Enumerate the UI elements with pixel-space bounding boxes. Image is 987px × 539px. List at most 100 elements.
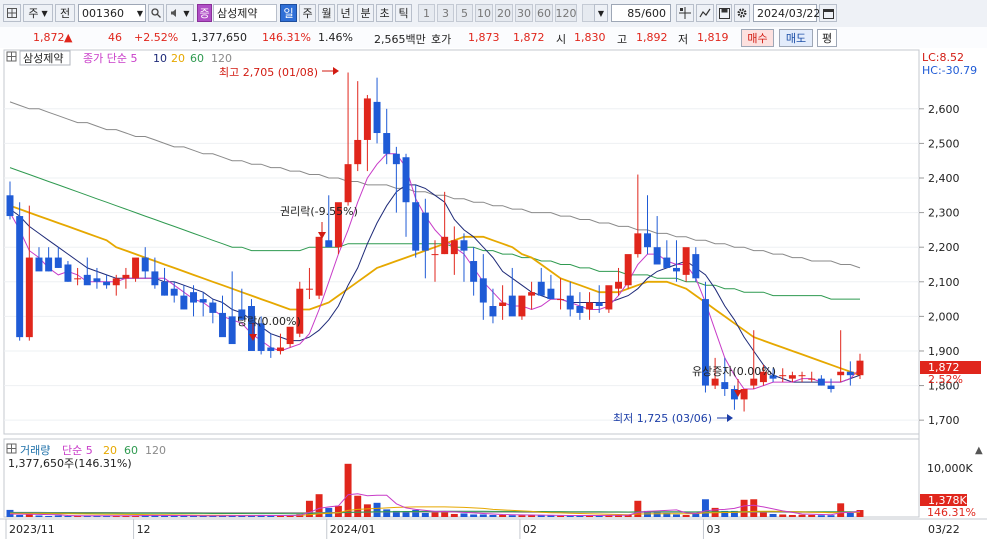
stock-badge: 증	[197, 4, 212, 22]
count-value: 85/600	[627, 6, 666, 20]
candle-body	[190, 292, 197, 303]
interval-button-30[interactable]: 30	[515, 4, 533, 22]
candle-body	[267, 347, 275, 351]
volume-bar	[856, 510, 864, 517]
speaker-dropdown[interactable]: ▼	[166, 4, 194, 22]
volume-bar	[383, 509, 391, 517]
volume-pct-text: 146.31%	[927, 506, 976, 519]
volume-bar	[64, 515, 72, 517]
evaluation-label: 평	[821, 32, 833, 45]
volume-axis-label: 10,000K	[927, 462, 973, 475]
interval-button-120[interactable]: 120	[555, 4, 577, 22]
ask-price: 1,873	[468, 31, 500, 44]
candle-body	[25, 257, 33, 338]
interval-label: 5	[461, 6, 468, 20]
candle-body	[132, 257, 140, 279]
candle-body	[586, 302, 594, 310]
date-label: 02	[523, 523, 537, 536]
interval-button-60[interactable]: 60	[535, 4, 553, 22]
candle-body	[441, 236, 449, 255]
volume-bar	[344, 463, 352, 517]
interval-button-3[interactable]: 3	[437, 4, 454, 22]
trade-amount: 2,565백만	[374, 33, 426, 46]
interval-button-5[interactable]: 5	[456, 4, 473, 22]
candle-body	[412, 202, 420, 251]
stock-name-field[interactable]: 삼성제약	[213, 4, 277, 22]
chart-menu-icon[interactable]	[3, 4, 21, 22]
volume-legend-name: 거래량	[20, 444, 50, 457]
price-tick-label: 1,700	[928, 414, 960, 427]
volume-bar	[788, 514, 796, 517]
plus-crosshair-button[interactable]	[676, 4, 694, 22]
hc-label: HC:-30.79	[922, 64, 977, 77]
candle-body	[64, 264, 72, 282]
period-button-week[interactable]: 주	[299, 4, 316, 22]
settings-button[interactable]	[734, 4, 750, 22]
evaluation-button[interactable]: 평	[817, 29, 837, 47]
buy-label: 매수	[747, 32, 768, 45]
candle-body	[180, 295, 188, 310]
volume-bar	[808, 514, 816, 517]
period-label: 분	[360, 7, 371, 20]
date-label: 2023/11	[9, 523, 55, 536]
volume-bar	[450, 513, 458, 517]
candle-body	[54, 257, 62, 268]
chevron-down-icon: ▼	[183, 8, 190, 18]
search-button[interactable]	[148, 4, 164, 22]
period-button-month[interactable]: 월	[318, 4, 335, 22]
candle-body	[122, 274, 130, 279]
low-price: 1,819	[697, 31, 729, 44]
volume-bar	[537, 515, 545, 517]
price-tick-label: 2,200	[928, 241, 960, 254]
candle-body	[6, 195, 14, 217]
volume-bar	[248, 515, 255, 517]
volume-current: 1,377,650주(146.31%)	[8, 457, 132, 470]
volume-bar	[759, 512, 767, 517]
volume-bar	[402, 512, 410, 517]
speaker-icon	[171, 9, 177, 17]
capital-annotation: 유상증자(0.00%)	[692, 365, 776, 378]
bid-price: 1,872	[513, 31, 545, 44]
candle-body	[557, 299, 565, 301]
legend-stock-name: 삼성제약	[23, 51, 63, 65]
period-button-minute[interactable]: 분	[357, 4, 374, 22]
candle-body	[479, 278, 487, 303]
candle-body	[392, 153, 400, 165]
sell-button[interactable]: 매도	[779, 29, 813, 47]
volume-bar	[682, 514, 690, 517]
interval-button-20[interactable]: 20	[495, 4, 513, 22]
candle-body	[16, 216, 24, 338]
candle-body	[402, 157, 410, 203]
price-chart-area[interactable]: 1,7001,8001,9002,0002,1002,2002,3002,400…	[0, 48, 987, 539]
period-button-year[interactable]: 년	[337, 4, 354, 22]
period-button-day[interactable]: 일	[280, 4, 297, 22]
scope-button[interactable]: 전	[55, 4, 75, 22]
volume-bar	[653, 512, 661, 517]
candle-body	[750, 378, 758, 386]
rights-annotation: 권리락(-9.55%)	[280, 205, 358, 218]
candle-body	[788, 375, 796, 379]
volume-panel-collapse-icon[interactable]: ▲	[975, 445, 983, 456]
candle-body	[344, 164, 352, 203]
buy-button[interactable]: 매수	[741, 29, 774, 47]
interval-dropdown[interactable]: ▼	[594, 4, 608, 22]
interval-button-1[interactable]: 1	[418, 4, 435, 22]
interval-button-10[interactable]: 10	[475, 4, 493, 22]
period-button-second[interactable]: 초	[376, 4, 393, 22]
volume-bar	[673, 514, 680, 517]
date-input[interactable]: 2024/03/22	[753, 4, 820, 22]
calendar-button[interactable]	[819, 4, 837, 22]
candle-body	[431, 254, 439, 256]
candle-body	[518, 295, 526, 317]
volume-bar	[334, 505, 342, 517]
market-mode-dropdown[interactable]: 주 ▼	[23, 4, 53, 22]
trend-tool-button[interactable]	[696, 4, 714, 22]
period-button-tick[interactable]: 틱	[395, 4, 412, 22]
save-button[interactable]	[716, 4, 732, 22]
up-arrow-icon: ▲	[64, 31, 73, 44]
stock-code-input[interactable]: 001360 ▼	[78, 4, 146, 22]
stock-code-value: 001360	[82, 6, 124, 20]
volume-bar	[412, 509, 420, 517]
candle-body	[508, 295, 516, 317]
candle-body	[537, 281, 545, 296]
